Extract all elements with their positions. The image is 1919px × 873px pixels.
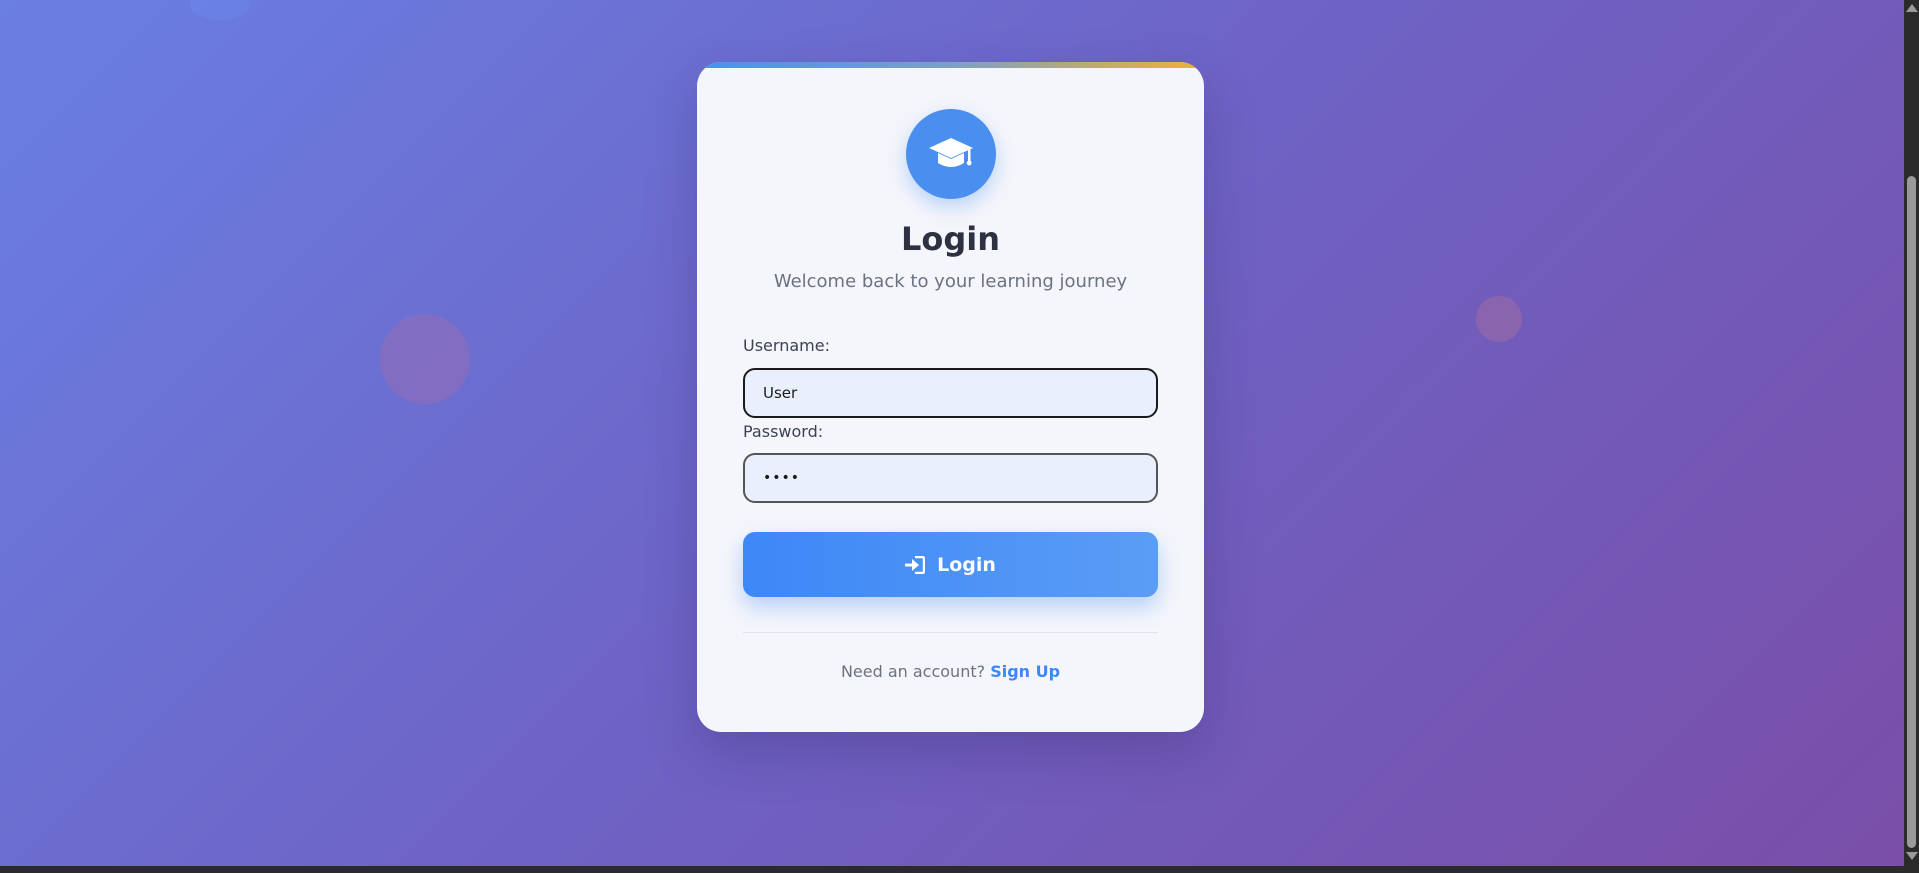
logo-badge xyxy=(906,109,996,199)
signup-link[interactable]: Sign Up xyxy=(990,662,1060,681)
divider xyxy=(743,632,1158,633)
sign-in-icon xyxy=(905,555,926,574)
page-subtitle: Welcome back to your learning journey xyxy=(773,271,1128,292)
page-title: Login xyxy=(900,220,1001,258)
graduation-cap-icon xyxy=(929,138,973,167)
password-label: Password: xyxy=(743,422,824,441)
scrollbar-thumb[interactable] xyxy=(1907,176,1916,848)
decorative-bubble xyxy=(380,314,470,404)
username-label: Username: xyxy=(743,336,830,355)
decorative-bubble xyxy=(1476,296,1522,342)
login-button[interactable]: Login xyxy=(743,532,1158,597)
signup-row: Need an account? Sign Up xyxy=(697,662,1204,681)
scroll-up-arrow-icon[interactable] xyxy=(1906,4,1918,12)
card-accent-bar xyxy=(697,62,1204,68)
password-input[interactable] xyxy=(743,453,1158,503)
vertical-scrollbar[interactable] xyxy=(1904,0,1919,866)
login-card: Login Welcome back to your learning jour… xyxy=(697,62,1204,732)
scroll-down-arrow-icon[interactable] xyxy=(1906,852,1918,860)
page-viewport: Login Welcome back to your learning jour… xyxy=(0,0,1904,866)
username-input[interactable] xyxy=(743,368,1158,418)
decorative-bubble xyxy=(190,0,250,20)
login-button-label: Login xyxy=(937,553,996,576)
signup-prompt: Need an account? xyxy=(840,662,991,681)
window-bottom-edge xyxy=(0,866,1919,873)
